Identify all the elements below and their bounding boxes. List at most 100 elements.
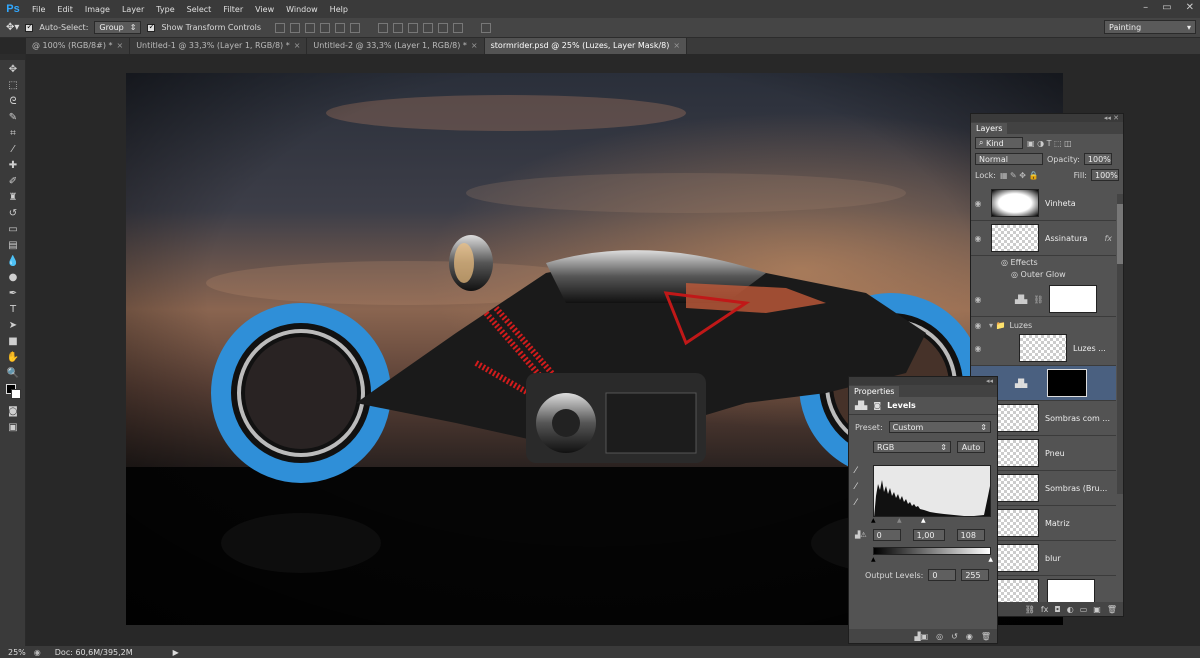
auto-select-checkbox[interactable] (25, 22, 34, 32)
fx-icon[interactable]: fx (1104, 234, 1112, 243)
group-select[interactable]: Group ⇕ (94, 21, 142, 34)
trash-icon[interactable]: 🗑 (981, 632, 991, 641)
eye-icon[interactable]: ◉ (971, 295, 985, 304)
menu-view[interactable]: View (249, 5, 280, 14)
blend-mode-select[interactable]: Normal (975, 153, 1043, 165)
add-mask-icon[interactable]: ◘ (1054, 605, 1060, 614)
collapse-icon[interactable]: ◂◂ (986, 377, 993, 385)
move-tool-icon[interactable]: ✥▾ (6, 22, 19, 33)
auto-align-icon[interactable] (481, 22, 492, 33)
align-left-icon[interactable] (320, 22, 331, 33)
new-group-icon[interactable]: ▭ (1080, 605, 1088, 614)
collapse-icon[interactable]: ◂◂ ✕ (1104, 114, 1119, 122)
healing-tool-icon[interactable]: ✚ (5, 158, 21, 172)
properties-tab-label[interactable]: Properties (849, 386, 900, 397)
color-swatches[interactable] (4, 382, 21, 402)
eyedropper-tool-icon[interactable]: ⁄ (5, 142, 21, 156)
fx-icon[interactable]: fx (1041, 605, 1049, 614)
black-point-eyedropper-icon[interactable]: ⁄ (855, 463, 857, 479)
kind-filter-select[interactable]: ⌕ Kind (975, 137, 1023, 149)
group-row[interactable]: ◉ ▾ 📁 Luzes (971, 319, 1116, 331)
input-sliders[interactable]: ▲ ▲ ▲ (871, 517, 991, 524)
align-right-icon[interactable] (350, 22, 361, 33)
lock-icons[interactable]: ▦ ✎ ✥ 🔒 (1000, 171, 1039, 180)
input-black-field[interactable]: 0 (872, 529, 901, 541)
show-transform-checkbox[interactable] (147, 22, 156, 32)
layer-row-adjustment[interactable]: ◉ ▟▙ ⛓ (971, 282, 1116, 317)
scrollbar-thumb[interactable] (1117, 204, 1123, 264)
trash-icon[interactable]: 🗑 (1107, 605, 1117, 614)
distribute-vcenter-icon[interactable] (393, 22, 404, 33)
align-top-icon[interactable] (275, 22, 286, 33)
lasso-tool-icon[interactable]: ᘓ (5, 94, 21, 108)
menu-layer[interactable]: Layer (116, 5, 150, 14)
marquee-tool-icon[interactable]: ⬚ (5, 78, 21, 92)
output-white-handle[interactable]: ▲ (988, 556, 993, 563)
eye-icon[interactable]: ◎ (1001, 258, 1008, 267)
eye-icon[interactable]: ◉ (971, 234, 985, 243)
status-menu-arrow-icon[interactable]: ▶ (173, 648, 179, 657)
layers-tab-label[interactable]: Layers (971, 123, 1008, 134)
eraser-tool-icon[interactable]: ▭ (5, 222, 21, 236)
hand-tool-icon[interactable]: ✋ (5, 350, 21, 364)
layer-row[interactable]: ◉ Vinheta (971, 186, 1116, 221)
eye-icon[interactable]: ◉ (971, 321, 985, 330)
dodge-tool-icon[interactable]: ● (5, 270, 21, 284)
adjustment-icon[interactable]: ◐ (1067, 605, 1074, 614)
menu-select[interactable]: Select (181, 5, 218, 14)
quick-mask-icon[interactable]: ◙ (5, 404, 21, 418)
visibility-icon[interactable]: ◉ (966, 632, 973, 641)
tab-untitled-2[interactable]: Untitled-2 @ 33,3% (Layer 1, RGB/8) * × (307, 38, 485, 54)
background-color[interactable] (11, 389, 21, 399)
levels-icon[interactable]: ▟▙ (855, 401, 867, 410)
white-point-eyedropper-icon[interactable]: ⁄ (855, 495, 857, 511)
effects-row[interactable]: ◎ Effects (1001, 258, 1038, 267)
brush-tool-icon[interactable]: ✐ (5, 174, 21, 188)
quick-select-tool-icon[interactable]: ✎ (5, 110, 21, 124)
screen-mode-icon[interactable]: ▣ (5, 420, 21, 434)
output-white-field[interactable]: 255 (961, 569, 990, 581)
distribute-top-icon[interactable] (378, 22, 389, 33)
menu-type[interactable]: Type (150, 5, 180, 14)
type-tool-icon[interactable]: T (5, 302, 21, 316)
preset-select[interactable]: Custom ⇕ (888, 421, 991, 433)
output-black-field[interactable]: 0 (928, 569, 957, 581)
white-slider-handle[interactable]: ▲ (921, 517, 926, 524)
layers-scrollbar[interactable] (1117, 194, 1123, 494)
path-select-tool-icon[interactable]: ➤ (5, 318, 21, 332)
layer-row[interactable]: ◉ Assinatura fx (971, 221, 1116, 256)
close-icon[interactable]: × (294, 41, 301, 50)
crop-tool-icon[interactable]: ⌗ (5, 126, 21, 140)
tab-untitled-1[interactable]: Untitled-1 @ 33,3% (Layer 1, RGB/8) * × (130, 38, 308, 54)
opacity-input[interactable]: 100% (1083, 153, 1112, 165)
tab-stormrider[interactable]: stormrider.psd @ 25% (Luzes, Layer Mask/… (484, 38, 688, 54)
close-icon[interactable]: ✕ (1186, 2, 1194, 13)
history-brush-icon[interactable]: ↺ (5, 206, 21, 220)
outer-glow-row[interactable]: ◎ Outer Glow (1011, 270, 1066, 279)
black-slider-handle[interactable]: ▲ (871, 517, 876, 524)
clipping-icon[interactable]: ▟⚠ (855, 531, 867, 539)
maximize-icon[interactable]: ▭ (1162, 2, 1171, 13)
fill-input[interactable]: 100% (1091, 169, 1119, 181)
menu-edit[interactable]: Edit (51, 5, 79, 14)
menu-window[interactable]: Window (280, 5, 324, 14)
align-vcenter-icon[interactable] (290, 22, 301, 33)
close-icon[interactable]: × (116, 41, 123, 50)
view-previous-icon[interactable]: ◎ (936, 632, 943, 641)
status-icon[interactable]: ◉ (34, 648, 41, 657)
link-layers-icon[interactable]: ⛓ (1025, 605, 1035, 614)
rectangle-tool-icon[interactable]: ■ (5, 334, 21, 348)
align-hcenter-icon[interactable] (335, 22, 346, 33)
output-sliders[interactable]: ▲ ▲ (871, 556, 993, 563)
eye-icon[interactable]: ◉ (971, 199, 985, 208)
gray-point-eyedropper-icon[interactable]: ⁄ (855, 479, 857, 495)
mask-icon[interactable]: ◙ (873, 401, 881, 410)
reset-icon[interactable]: ↺ (951, 632, 958, 641)
input-white-field[interactable]: 108 (956, 529, 985, 541)
move-tool-icon[interactable]: ✥ (5, 62, 21, 76)
menu-file[interactable]: File (26, 5, 51, 14)
eye-icon[interactable]: ◉ (971, 344, 985, 353)
auto-button[interactable]: Auto (957, 441, 985, 453)
eye-icon[interactable]: ◎ (1011, 270, 1018, 279)
output-black-handle[interactable]: ▲ (871, 556, 876, 563)
